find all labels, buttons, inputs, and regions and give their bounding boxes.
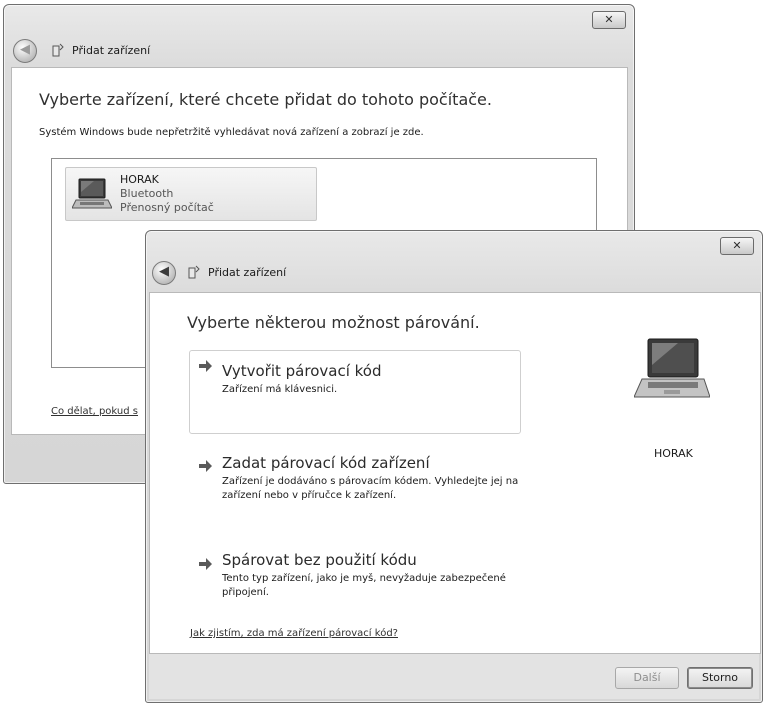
- option-create-pairing-code[interactable]: Vytvořit párovací kód Zařízení má kláves…: [189, 350, 521, 434]
- option-description: Tento typ zařízení, jako je myš, nevyžad…: [222, 573, 506, 598]
- device-category: Přenosný počítač: [120, 201, 214, 214]
- window-title: Přidat zařízení: [208, 266, 287, 279]
- device-name: HORAK: [120, 173, 159, 186]
- back-arrow-button[interactable]: ◀: [152, 261, 176, 285]
- arrow-right-icon: [199, 460, 212, 472]
- page-heading: Vyberte zařízení, které chcete přidat do…: [39, 90, 492, 109]
- window-title: Přidat zařízení: [72, 44, 151, 57]
- device-type: Bluetooth: [120, 187, 174, 200]
- option-title: Zadat párovací kód zařízení: [222, 454, 430, 472]
- option-title: Spárovat bez použití kódu: [222, 551, 417, 569]
- laptop-icon: [72, 178, 112, 209]
- back-arrow-button[interactable]: ◀: [13, 39, 37, 63]
- add-device-window-front: ✕ ◀ Přidat zařízení Vyberte některou mož…: [145, 230, 763, 703]
- laptop-icon: [634, 338, 710, 398]
- arrow-right-icon: [199, 360, 212, 372]
- device-label: HORAK: [654, 447, 693, 460]
- help-link[interactable]: Co dělat, pokud s: [51, 406, 138, 417]
- next-button[interactable]: Další: [615, 667, 679, 689]
- page-heading: Vyberte některou možnost párování.: [187, 313, 480, 332]
- option-enter-device-code[interactable]: Zadat párovací kód zařízení Zařízení je …: [190, 451, 520, 507]
- bluetooth-device-icon: [188, 265, 200, 279]
- option-description: Zařízení je dodáváno s párovacím kódem. …: [222, 476, 519, 501]
- arrow-right-icon: [199, 558, 212, 570]
- bluetooth-device-icon: [52, 43, 64, 57]
- button-bar: Další Storno: [149, 654, 759, 699]
- content-panel: Vyberte některou možnost párování. Vytvo…: [149, 292, 761, 654]
- option-description: Zařízení má klávesnici.: [222, 384, 338, 395]
- page-description: Systém Windows bude nepřetržitě vyhledáv…: [39, 127, 424, 138]
- device-tile-horak[interactable]: HORAK Bluetooth Přenosný počítač: [65, 167, 317, 221]
- close-button[interactable]: ✕: [592, 11, 626, 29]
- pairing-code-help-link[interactable]: Jak zjistím, zda má zařízení párovací kó…: [190, 628, 398, 639]
- close-button[interactable]: ✕: [720, 237, 754, 255]
- option-title: Vytvořit párovací kód: [222, 362, 382, 380]
- option-pair-without-code[interactable]: Spárovat bez použití kódu Tento typ zaří…: [190, 549, 520, 605]
- cancel-button[interactable]: Storno: [687, 667, 753, 689]
